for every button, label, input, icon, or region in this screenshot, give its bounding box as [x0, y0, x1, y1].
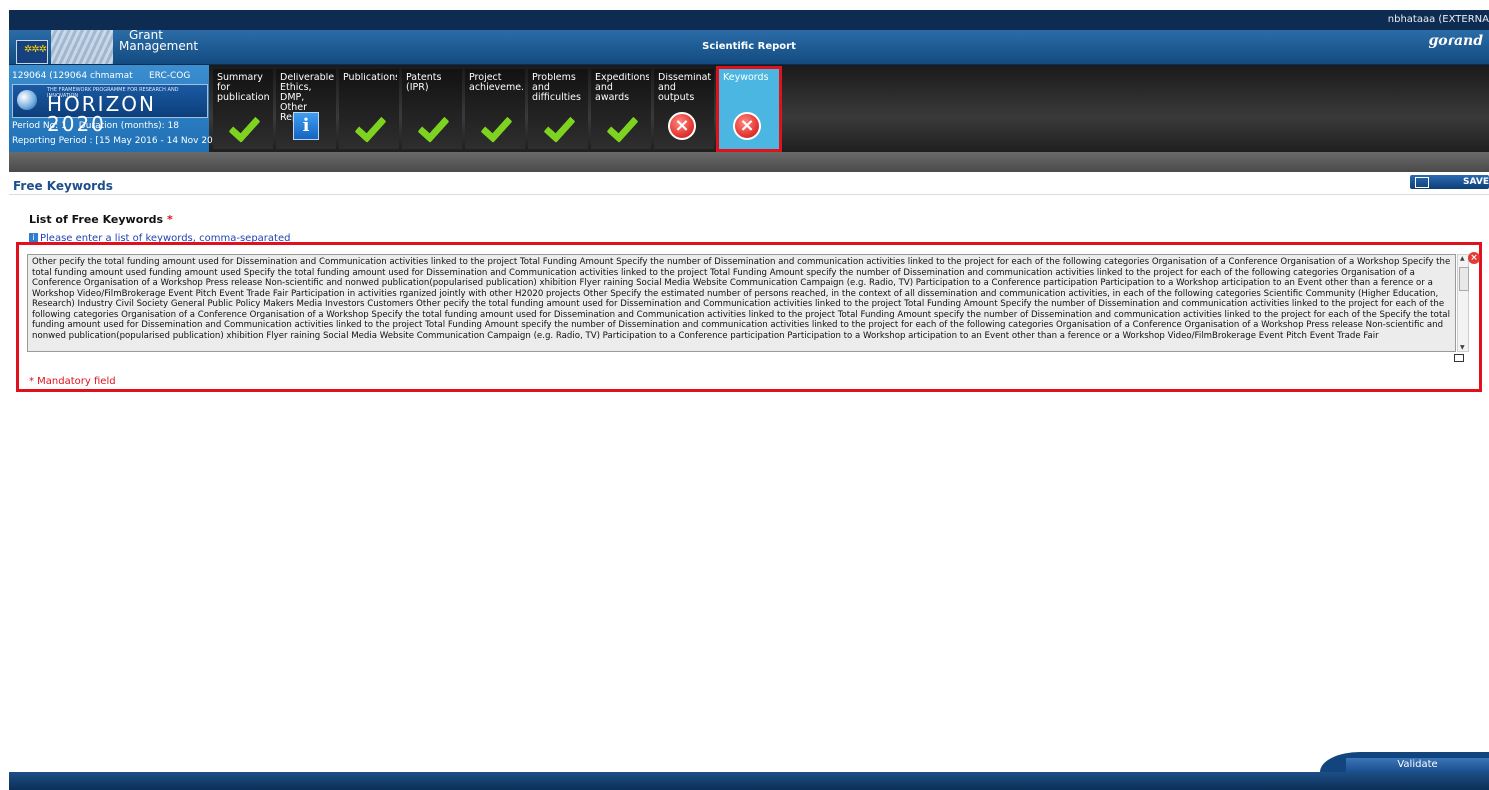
checkmark-icon: [353, 112, 383, 142]
project-id: 129064 (129064 chmamat: [12, 71, 133, 81]
checkmark-icon: [479, 112, 509, 142]
sub-toolbar: [9, 152, 1489, 172]
left-margin: [0, 0, 9, 790]
app-header: ✲✲✲ Grant Management Scientific Report ɡ…: [9, 29, 1489, 65]
goorand-logo: ɡoɾand: [1428, 33, 1484, 49]
textarea-scrollbar[interactable]: ▲ ▼: [1457, 254, 1469, 352]
globe-icon: [17, 90, 37, 110]
mandatory-note: * Mandatory field: [29, 376, 116, 387]
tab-publications[interactable]: Publications: [339, 69, 399, 149]
tab-label: Problems and difficulties: [532, 73, 581, 103]
tab-dissemination-and-outputs[interactable]: Disseminati... and outputs ×: [654, 69, 714, 149]
project-info-panel: 129064 (129064 chmamat ERC-COG THE FRAME…: [9, 65, 224, 152]
keywords-textarea[interactable]: Other pecify the total funding amount us…: [27, 254, 1456, 352]
scroll-down-icon[interactable]: ▼: [1460, 344, 1465, 351]
project-scheme: ERC-COG: [149, 71, 191, 81]
tab-project-achievements[interactable]: Project achieveme...: [465, 69, 525, 149]
required-mark: *: [166, 213, 173, 226]
tab-expeditions-and-awards[interactable]: Expeditions and awards: [591, 69, 651, 149]
info-icon: i: [29, 233, 38, 242]
page-title: Scientific Report: [702, 41, 796, 52]
tab-label: Publications: [343, 73, 397, 83]
section-title: Free Keywords: [13, 179, 113, 193]
save-icon: [1415, 177, 1429, 188]
field-label-text: List of Free Keywords: [29, 213, 164, 226]
tab-label: Patents (IPR): [406, 73, 442, 93]
top-bar: nbhataaa (EXTERNA: [9, 10, 1489, 30]
section-divider: [9, 194, 1489, 195]
report-toolbar: 129064 (129064 chmamat ERC-COG THE FRAME…: [9, 65, 1489, 152]
scroll-thumb[interactable]: [1459, 267, 1469, 291]
user-name[interactable]: nbhataaa (EXTERNA: [1388, 14, 1489, 25]
tab-keywords[interactable]: Keywords ×: [716, 66, 782, 152]
tab-deliverables[interactable]: Deliverables Ethics, DMP, Other Reports …: [276, 69, 336, 149]
tab-label: Summary for publication: [217, 73, 270, 103]
period-line: Period No: 1 Duration (months): 18: [12, 121, 179, 131]
horizon-2020-logo: THE FRAMEWORK PROGRAMME FOR RESEARCH AND…: [12, 84, 208, 134]
field-label: List of Free Keywords *: [29, 213, 173, 226]
footer-bar: [9, 772, 1489, 790]
checkmark-icon: [416, 112, 446, 142]
checkmark-icon: [605, 112, 635, 142]
info-icon: i: [293, 112, 319, 140]
tab-label: Disseminati... and outputs: [658, 73, 712, 103]
tab-summary-for-publication[interactable]: Summary for publication: [213, 69, 273, 149]
save-button[interactable]: SAVE: [1410, 175, 1489, 189]
scroll-up-icon[interactable]: ▲: [1460, 255, 1465, 262]
tab-problems-and-difficulties[interactable]: Problems and difficulties: [528, 69, 588, 149]
field-error-icon: ×: [1468, 252, 1480, 264]
tab-label: Expeditions and awards: [595, 73, 649, 103]
error-x-icon: ×: [733, 112, 761, 140]
duration: Duration (months): 18: [78, 121, 180, 131]
period-no: Period No: 1: [12, 121, 67, 131]
error-x-icon: ×: [668, 112, 696, 140]
save-label: SAVE: [1463, 177, 1489, 187]
tab-patents[interactable]: Patents (IPR): [402, 69, 462, 149]
expand-icon[interactable]: [1454, 354, 1464, 362]
checkmark-icon: [227, 112, 257, 142]
reporting-period: Reporting Period : [15 May 2016 - 14 Nov…: [12, 136, 225, 146]
checkmark-icon: [542, 112, 572, 142]
tab-label: Project achieveme...: [469, 73, 523, 93]
tab-label: Keywords: [723, 73, 769, 83]
validate-button[interactable]: Validate: [1346, 758, 1489, 772]
